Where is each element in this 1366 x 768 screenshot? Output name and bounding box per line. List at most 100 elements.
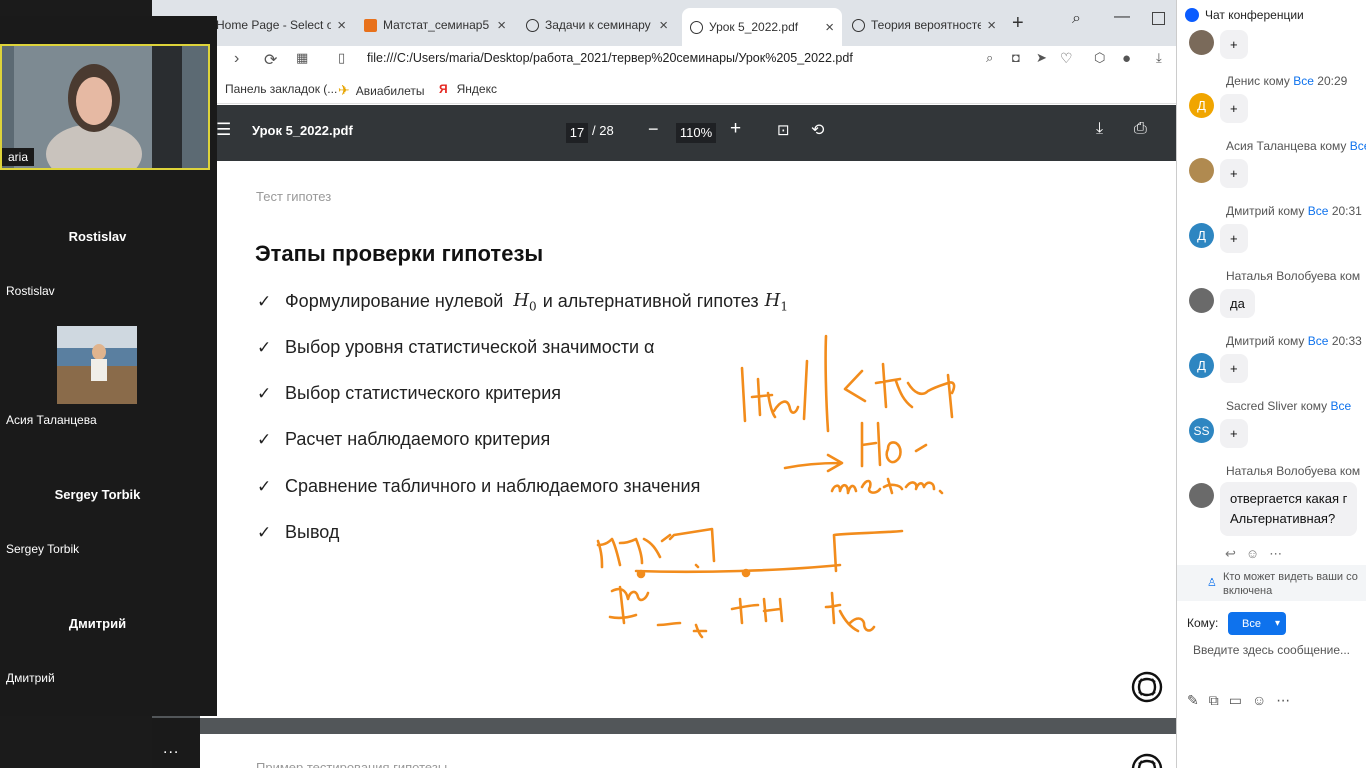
cube-icon[interactable]: ⬡ [1094, 50, 1105, 66]
bookmark-panel[interactable]: Панель закладок (... [225, 82, 337, 96]
close-tab-icon[interactable]: × [337, 17, 346, 34]
video-tile[interactable]: Асия Таланцева [0, 305, 210, 431]
tab-label: Матстат_семинар5 - [383, 18, 492, 32]
message-text[interactable]: + [1220, 159, 1248, 188]
timestamp: 20:31 [1331, 204, 1362, 218]
forward-icon[interactable]: › [234, 50, 239, 68]
download-icon[interactable]: ⤓ [1156, 50, 1162, 66]
tab-pdf-active[interactable]: Урок 5_2022.pdf × [682, 8, 842, 46]
tab-zadachi[interactable]: Задачи к семинару 5. × [518, 10, 676, 40]
screen: Home Page - Select or × Матстат_семинар5 … [0, 0, 1366, 768]
fit-page-icon[interactable]: ⊡ [777, 121, 790, 139]
format-icon[interactable]: ✎ [1187, 692, 1199, 709]
download-icon[interactable]: ⤓ [1096, 120, 1103, 138]
avatar: Д [1189, 353, 1214, 378]
reply-icon[interactable]: ↩ [1225, 546, 1236, 562]
video-tile[interactable]: Дмитрий Дмитрий [0, 563, 210, 689]
sender: Дмитрий кому [1226, 204, 1305, 218]
print-icon[interactable]: ⎙ [1134, 120, 1147, 138]
tab-label: Home Page - Select or [216, 18, 332, 32]
sender: Наталья Волобуева ком [1226, 269, 1361, 283]
heart-icon[interactable]: ♡ [1060, 50, 1073, 67]
timestamp: 20:29 [1317, 74, 1348, 88]
new-tab-button[interactable]: + [1012, 12, 1024, 35]
menu-icon[interactable]: ☰ [216, 120, 231, 140]
close-tab-icon[interactable]: × [497, 17, 506, 34]
zoom-logo-icon [1185, 8, 1199, 22]
zoom-level[interactable]: 110% [676, 123, 716, 143]
participant-name-center: Дмитрий [68, 616, 127, 631]
video-tile[interactable]: Rostislav Rostislav [0, 176, 210, 302]
message-text[interactable]: + [1220, 354, 1248, 383]
close-tab-icon[interactable]: × [659, 17, 668, 34]
page-number-input[interactable]: 17 [566, 123, 588, 143]
more-options-button[interactable]: ... [163, 740, 179, 758]
message-text[interactable]: отвергается какая г Альтернативная? [1220, 482, 1358, 536]
chat-header: Чат конференции [1177, 0, 1366, 30]
participant-name: Дмитрий [0, 669, 61, 687]
recipient-link[interactable]: Все [1308, 204, 1329, 218]
participant-name: aria [2, 148, 35, 166]
tab-label: Урок 5_2022.pdf [709, 20, 799, 34]
video-tile-active-speaker[interactable]: aria [0, 44, 210, 184]
reload-icon[interactable]: ⟳ [264, 50, 277, 70]
page-total: / 28 [592, 123, 614, 138]
rotate-icon[interactable]: ⟲ [811, 120, 824, 140]
message-text[interactable]: + [1220, 419, 1248, 448]
recipient-label: Кому: [1187, 616, 1219, 630]
recipient-link[interactable]: Все [1350, 139, 1366, 153]
url-field[interactable]: file:///C:/Users/maria/Desktop/работа_20… [367, 51, 853, 65]
file-icon[interactable]: ▭ [1229, 692, 1242, 709]
person-icon: ♙ [1207, 577, 1217, 589]
message-text[interactable]: + [1220, 30, 1248, 59]
close-tab-icon[interactable]: × [987, 17, 996, 34]
pdf-viewer[interactable]: Тест гипотез Этапы проверки гипотезы ✓ Ф… [152, 161, 1191, 768]
search-icon[interactable]: ⌕ [1072, 10, 1081, 28]
message-text[interactable]: да [1220, 289, 1255, 318]
sender: Денис кому [1226, 74, 1290, 88]
zoom-search-icon[interactable]: ⌕ [986, 50, 993, 66]
emoji-icon[interactable]: ☺ [1246, 546, 1259, 562]
video-tile[interactable]: Sergey Torbik Sergey Torbik [0, 434, 210, 560]
message-text[interactable]: + [1220, 94, 1248, 123]
participant-name: Sergey Torbik [0, 540, 86, 558]
more-icon[interactable]: ⋯ [1276, 692, 1290, 709]
more-icon[interactable]: ⋯ [1269, 546, 1282, 562]
bookmark-aviabilety[interactable]: ✈ Авиабилеты [338, 82, 424, 99]
emoji-icon[interactable]: ☺ [1252, 692, 1266, 709]
tab-matstat[interactable]: Матстат_семинар5 - × [356, 10, 514, 40]
handwritten-annotation [596, 334, 956, 639]
camera-icon[interactable]: ◘ [1012, 50, 1020, 65]
recipient-dropdown[interactable]: Все ▾ [1228, 612, 1286, 635]
participant-name-center: Sergey Torbik [54, 487, 141, 502]
bookmark-yandex[interactable]: Я Яндекс [439, 82, 497, 96]
maximize-icon[interactable] [1152, 12, 1165, 25]
screenshot-icon[interactable]: ⧉ [1209, 692, 1219, 709]
brand-logo-icon [1131, 753, 1163, 768]
tab-strip: Home Page - Select or × Матстат_семинар5 … [152, 0, 1176, 46]
globe-icon [852, 18, 865, 32]
recipient-link[interactable]: Все [1308, 334, 1329, 348]
recipient-link[interactable]: Все [1330, 399, 1351, 413]
chat-toolbar: ✎ ⧉ ▭ ☺ ⋯ [1187, 692, 1290, 709]
timestamp: 20:33 [1331, 334, 1362, 348]
minimize-icon[interactable]: — [1114, 8, 1130, 26]
chat-input[interactable]: Введите здесь сообщение... [1193, 643, 1350, 657]
tab-label: Теория вероятностей [871, 18, 982, 32]
grid-icon[interactable]: ▦ [296, 50, 308, 66]
close-tab-icon[interactable]: × [825, 19, 834, 36]
yandex-icon: Я [439, 82, 448, 96]
tab-home-page[interactable]: Home Page - Select or × [208, 10, 354, 40]
zoom-in-button[interactable]: + [730, 118, 741, 140]
chat-title: Чат конференции [1205, 8, 1304, 22]
visibility-notice[interactable]: ♙ Кто может видеть ваши со включена [1177, 565, 1366, 601]
profile-icon[interactable]: ● [1122, 50, 1131, 67]
tab-label: Задачи к семинару 5. [545, 18, 654, 32]
tab-teoriya[interactable]: Теория вероятностей × [844, 10, 1004, 40]
recipient-link[interactable]: Все [1293, 74, 1314, 88]
sender: Асия Таланцева кому [1226, 139, 1347, 153]
message-text[interactable]: + [1220, 224, 1248, 253]
zoom-out-button[interactable]: − [648, 119, 659, 140]
avatar [1189, 288, 1214, 313]
send-icon[interactable]: ➤ [1036, 50, 1047, 66]
